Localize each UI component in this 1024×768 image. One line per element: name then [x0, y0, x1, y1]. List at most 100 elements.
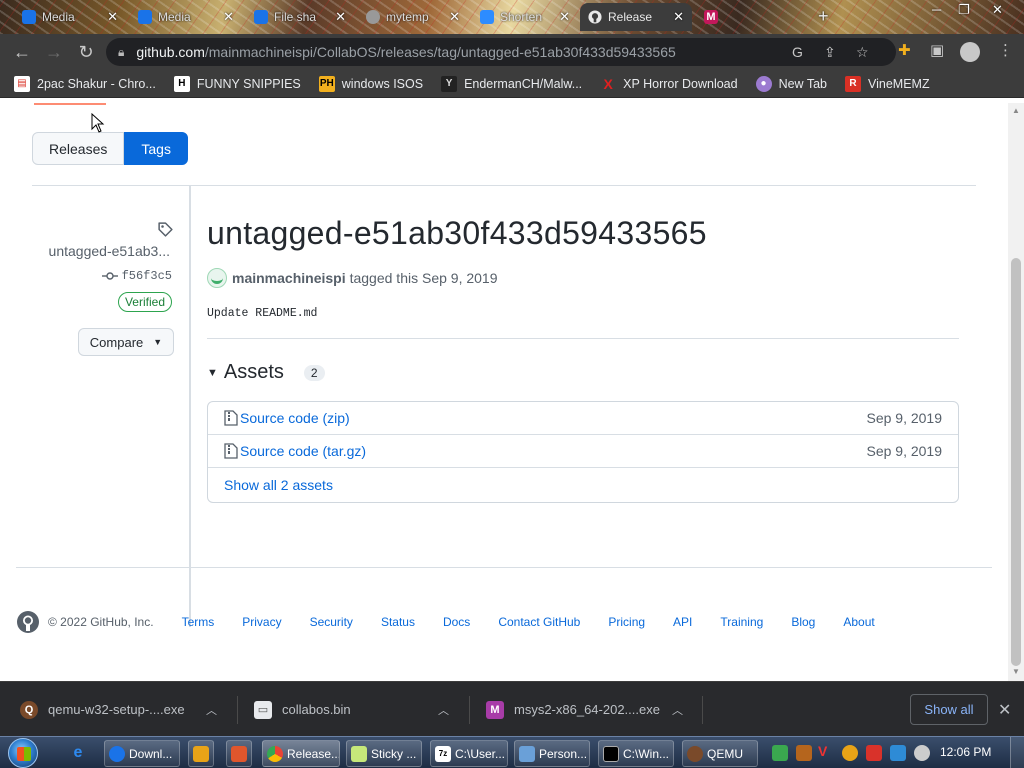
assets-toggle[interactable]: ▼ Assets 2 — [207, 361, 325, 384]
v-tray-icon[interactable]: V — [818, 743, 834, 759]
back-button[interactable]: ← — [6, 38, 38, 66]
footer-link-status[interactable]: Status — [381, 615, 415, 629]
task-label: Downl... — [129, 746, 173, 761]
share-icon[interactable]: ⇪ — [824, 44, 836, 61]
chevron-up-icon[interactable]: ︿ — [206, 702, 217, 718]
footer-link-blog[interactable]: Blog — [791, 615, 815, 629]
author-link[interactable]: mainmachineispi — [232, 270, 346, 286]
github-logo-icon[interactable] — [16, 610, 40, 634]
tag-link[interactable]: untagged-e51ab3... — [49, 243, 170, 259]
google-lens-icon[interactable]: G — [792, 44, 803, 60]
bookmark-2pac[interactable]: ▤ 2pac Shakur - Chro... — [14, 75, 156, 92]
close-tab-icon[interactable]: ✕ — [107, 9, 118, 25]
address-bar[interactable]: 🔒︎ github.com/mainmachineispi/CollabOS/r… — [106, 38, 896, 66]
download-item-msys2[interactable]: M msys2-x86_64-202....exe ︿ — [486, 682, 691, 737]
task-media-player[interactable] — [188, 740, 214, 767]
task-qemu[interactable]: QEMU — [682, 740, 758, 767]
releases-tab[interactable]: Releases — [32, 132, 125, 165]
task-sticky-notes[interactable]: Sticky ... — [346, 740, 422, 767]
chrome-icon — [267, 745, 283, 762]
close-tab-icon[interactable]: ✕ — [559, 9, 570, 25]
asset-link-targz[interactable]: Source code (tar.gz) — [240, 443, 366, 459]
start-button[interactable] — [8, 738, 38, 768]
network-tray-icon[interactable] — [772, 745, 788, 761]
task-paint[interactable] — [226, 740, 252, 767]
bookmark-windows-isos[interactable]: PH windows ISOS — [318, 75, 423, 92]
tab-shorten[interactable]: Shorten ✕ — [472, 3, 578, 31]
task-cmd[interactable]: C:\Win... — [598, 740, 674, 767]
footer-link-terms[interactable]: Terms — [182, 615, 215, 629]
task-personalize[interactable]: Person... — [514, 740, 590, 767]
search-tray-icon[interactable] — [842, 745, 858, 761]
internet-explorer-icon[interactable]: e — [68, 743, 88, 763]
scrollbar-thumb[interactable] — [1011, 258, 1021, 666]
tab-release-active[interactable]: Release ✕ — [580, 3, 692, 31]
tab-memz[interactable]: M — [696, 3, 814, 31]
commit-link[interactable]: f56f3c5 — [101, 269, 172, 283]
display-tray-icon[interactable] — [890, 745, 906, 761]
app-tray-icon[interactable] — [796, 745, 812, 761]
download-item-collabos[interactable]: ▭ collabos.bin ︿ — [254, 682, 459, 737]
release-title[interactable]: untagged-e51ab30f433d59433565 — [207, 215, 707, 252]
bookmark-favicon-icon: H — [173, 75, 190, 92]
footer-link-security[interactable]: Security — [310, 615, 353, 629]
verified-badge[interactable]: Verified — [117, 292, 172, 312]
tags-tab[interactable]: Tags — [124, 132, 188, 165]
page-scrollbar[interactable]: ▲ ▼ — [1008, 103, 1024, 681]
tab-media-2[interactable]: Media ✕ — [130, 3, 242, 31]
close-tab-icon[interactable]: ✕ — [449, 9, 460, 25]
forward-button[interactable]: → — [38, 38, 70, 66]
show-all-downloads-button[interactable]: Show all — [910, 694, 988, 725]
tab-mytemp[interactable]: mytemp ✕ — [358, 3, 468, 31]
download-item-qemu[interactable]: Q qemu-w32-setup-....exe ︿ — [20, 682, 225, 737]
show-desktop-button[interactable] — [1010, 737, 1024, 768]
tab-media-1[interactable]: Media ✕ — [14, 3, 126, 31]
asset-link-zip[interactable]: Source code (zip) — [240, 410, 350, 426]
scroll-up-icon[interactable]: ▲ — [1012, 106, 1020, 115]
show-all-assets-link[interactable]: Show all 2 assets — [224, 477, 333, 493]
bookmark-funny-snippies[interactable]: H FUNNY SNIPPIES — [173, 75, 301, 92]
footer-link-docs[interactable]: Docs — [443, 615, 470, 629]
assets-title: Assets — [223, 361, 284, 383]
bookmark-star-icon[interactable]: ☆ — [856, 44, 869, 61]
footer-link-contact[interactable]: Contact GitHub — [498, 615, 580, 629]
profile-avatar-icon[interactable] — [960, 42, 980, 62]
close-downloads-icon[interactable]: ✕ — [998, 700, 1011, 720]
reload-button[interactable]: ↻ — [70, 38, 102, 66]
extensions-icon[interactable]: ✚ — [898, 41, 911, 59]
footer-link-api[interactable]: API — [673, 615, 692, 629]
side-panel-icon[interactable]: ▣ — [930, 41, 944, 59]
task-release-chrome[interactable]: Release... — [262, 740, 340, 767]
bookmark-label: EndermanCH/Malw... — [464, 76, 583, 91]
bookmark-favicon-icon: PH — [318, 75, 335, 92]
chevron-up-icon[interactable]: ︿ — [438, 702, 449, 718]
footer-link-pricing[interactable]: Pricing — [608, 615, 645, 629]
close-tab-icon[interactable]: ✕ — [673, 9, 684, 25]
footer-link-privacy[interactable]: Privacy — [242, 615, 281, 629]
footer-link-training[interactable]: Training — [720, 615, 763, 629]
restore-icon[interactable]: ❐ — [958, 2, 970, 18]
clock[interactable]: 12:06 PM — [940, 745, 991, 759]
bookmark-new-tab[interactable]: ● New Tab — [755, 75, 827, 92]
lock-icon[interactable]: 🔒︎ — [118, 45, 124, 60]
bookmark-endermanch[interactable]: Y EndermanCH/Malw... — [441, 75, 583, 92]
scroll-down-icon[interactable]: ▼ — [1012, 667, 1020, 676]
close-window-icon[interactable]: ✕ — [992, 2, 1003, 18]
task-7zip[interactable]: 7z C:\User... — [430, 740, 508, 767]
compare-button[interactable]: Compare ▼ — [78, 328, 174, 356]
memz-favicon-icon: M — [704, 10, 718, 24]
close-tab-icon[interactable]: ✕ — [223, 9, 234, 25]
new-tab-button[interactable]: + — [818, 6, 829, 27]
task-downloads[interactable]: Downl... — [104, 740, 180, 767]
bookmark-xp-horror[interactable]: X XP Horror Download — [600, 76, 738, 92]
chevron-up-icon[interactable]: ︿ — [672, 702, 683, 718]
avatar[interactable] — [207, 268, 227, 288]
volume-tray-icon[interactable] — [914, 745, 930, 761]
tab-file-share[interactable]: File sha ✕ — [246, 3, 354, 31]
minimize-icon[interactable]: ─ — [932, 2, 941, 17]
flag-tray-icon[interactable] — [866, 745, 882, 761]
close-tab-icon[interactable]: ✕ — [335, 9, 346, 25]
footer-link-about[interactable]: About — [843, 615, 874, 629]
menu-kebab-icon[interactable]: ⋮ — [998, 41, 1013, 59]
bookmark-vinememz[interactable]: R VineMEMZ — [845, 75, 930, 92]
